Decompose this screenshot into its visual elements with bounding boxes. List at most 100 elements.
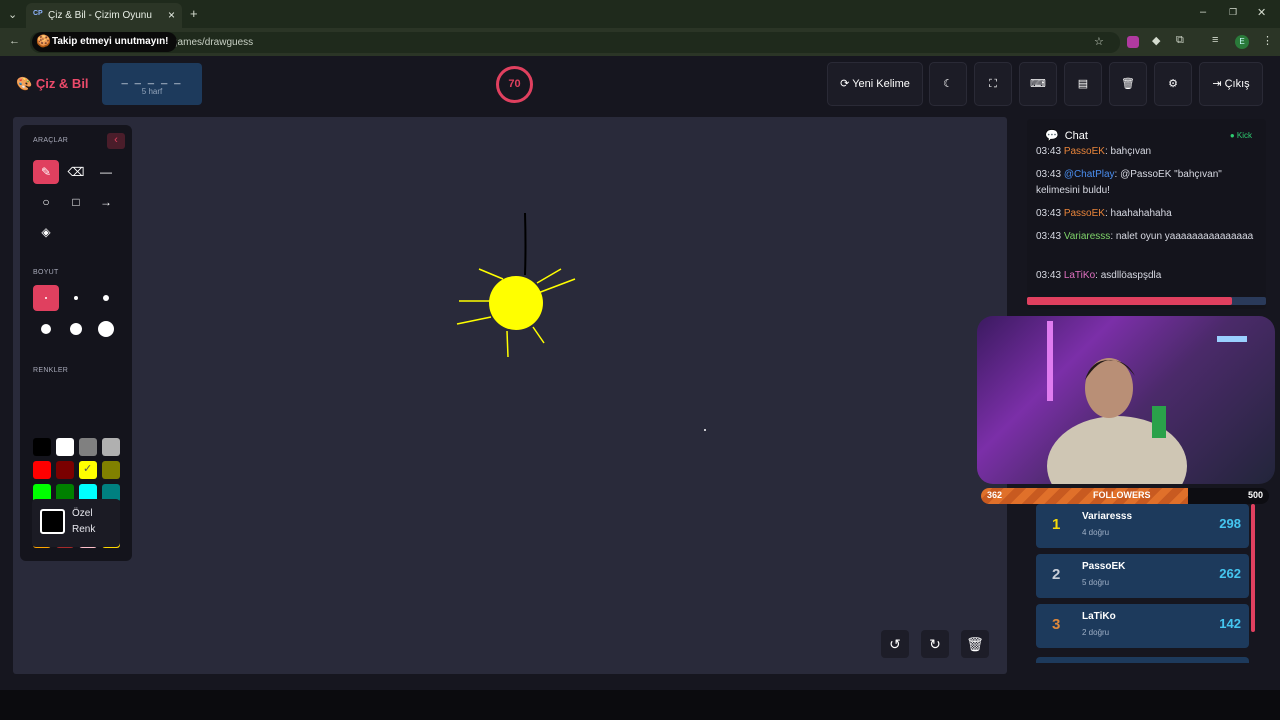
restore-icon[interactable]: ❐ (1229, 7, 1237, 18)
leaderboard-scrollbar[interactable] (1251, 504, 1255, 632)
player-name: LaTiKo (1082, 611, 1116, 622)
chat-message: 03:43 LaTiKo: asdllöaspşdla (1036, 268, 1258, 284)
drawing-svg (456, 212, 706, 431)
minimize-icon[interactable]: – (1200, 6, 1206, 18)
chat-time: 03:43 (1036, 208, 1062, 219)
chat-progress-fill (1027, 297, 1232, 305)
rectangle-tool[interactable]: □ (63, 190, 89, 214)
logo-text: Çiz & Bil (35, 76, 89, 91)
browser-tab[interactable]: CP Çiz & Bil - Çizim Oyunu × (26, 3, 182, 28)
profile-avatar[interactable]: E (1235, 35, 1249, 49)
fill-tool[interactable]: ◈ (33, 220, 59, 244)
leaderboard-row-partial (1036, 657, 1249, 663)
archive-button[interactable]: ▤ (1064, 62, 1102, 106)
keyboard-button[interactable]: ⌨ (1019, 62, 1057, 106)
exit-button[interactable]: ⇥ Çıkış (1199, 62, 1263, 106)
chat-message: 03:43 @ChatPlay: @PassoEK "bahçıvan" kel… (1036, 167, 1258, 199)
new-word-label: Yeni Kelime (852, 78, 910, 90)
chat-user[interactable]: PassoEK (1064, 146, 1105, 157)
settings-button[interactable]: ⚙ (1154, 62, 1192, 106)
size-2[interactable] (63, 285, 89, 311)
color-swatch[interactable]: ✓ (79, 461, 97, 479)
drawing-canvas[interactable] (13, 117, 1007, 674)
redo-icon: ↻ (929, 636, 941, 652)
trash-button[interactable]: 🗑 (1109, 62, 1147, 106)
followers-current: 362 (987, 490, 1003, 500)
color-swatch[interactable] (102, 461, 120, 479)
close-tab-icon[interactable]: × (168, 8, 175, 22)
light-strip (1217, 336, 1247, 342)
color-swatch[interactable] (56, 438, 74, 456)
address-bar: ← games/drawguess ☆ ◆ ⧉ ≡ E ⋮ (0, 28, 1280, 56)
color-swatch[interactable] (102, 438, 120, 456)
extension-diamond-icon[interactable]: ◆ (1152, 34, 1160, 47)
rank: 3 (1052, 616, 1061, 633)
arrow-right-icon: → (100, 195, 112, 209)
round-timer: 70 (496, 66, 533, 103)
url-text: games/drawguess (172, 37, 254, 48)
size-4[interactable] (33, 316, 59, 342)
size-dot-icon (103, 295, 109, 301)
circle-tool[interactable]: ○ (33, 190, 59, 214)
url-field[interactable]: games/drawguess (30, 32, 1120, 53)
tab-list-icon[interactable]: ⌄ (8, 8, 17, 21)
game-app: 🎨 Çiz & Bil _ _ _ _ _ 5 harf 70 ⟳ Yeni K… (0, 56, 1280, 690)
chat-text: : asdllöaspşdla (1095, 270, 1162, 281)
bookmark-star-icon[interactable]: ☆ (1094, 35, 1104, 48)
chat-user[interactable]: @ChatPlay (1064, 169, 1115, 180)
brush-tool[interactable]: ✎ (33, 160, 59, 184)
size-dot-icon (74, 296, 78, 300)
undo-icon: ↺ (889, 636, 901, 652)
chat-user[interactable]: LaTiKo (1064, 270, 1095, 281)
color-swatch[interactable] (33, 461, 51, 479)
fullscreen-button[interactable]: ⛶ (974, 62, 1012, 106)
menu-kebab-icon[interactable]: ⋮ (1262, 34, 1273, 47)
chat-source-badge: ● Kick (1229, 131, 1252, 140)
new-tab-icon[interactable]: + (190, 6, 198, 21)
tools-heading: ARAÇLAR (33, 137, 69, 144)
size-6[interactable] (93, 316, 119, 342)
paint-bucket-icon: ◈ (41, 225, 51, 239)
neon-light (1047, 321, 1053, 401)
chat-user[interactable]: PassoEK (1064, 208, 1105, 219)
chat-title: Chat (1064, 130, 1088, 142)
clear-canvas-button[interactable]: 🗑 (961, 630, 989, 658)
back-icon[interactable]: ← (9, 35, 20, 47)
color-swatch[interactable] (79, 438, 97, 456)
brush-icon: ✎ (40, 165, 52, 179)
arrow-tool[interactable]: → (93, 190, 119, 214)
line-tool[interactable]: — (93, 160, 119, 184)
size-dot-icon (41, 324, 51, 334)
custom-color-button[interactable]: Özel Renk (32, 499, 120, 547)
moon-icon: ☾ (943, 78, 953, 90)
color-swatch[interactable] (56, 461, 74, 479)
dark-mode-button[interactable]: ☾ (929, 62, 967, 106)
player-score: 262 (1219, 566, 1241, 581)
eraser-tool[interactable]: ⌫ (63, 160, 89, 184)
close-window-icon[interactable]: ✕ (1257, 6, 1266, 19)
app-logo[interactable]: 🎨 Çiz & Bil (16, 76, 89, 92)
size-1[interactable] (33, 285, 59, 311)
size-3[interactable] (93, 285, 119, 311)
tools-panel: ARAÇLAR ‹ ✎ ⌫ — ○ □ → ◈ BOYUT RENKLER ✓ … (20, 125, 132, 561)
chat-source: Kick (1236, 131, 1252, 140)
size-5[interactable] (63, 316, 89, 342)
undo-button[interactable]: ↺ (881, 630, 909, 658)
fullscreen-icon: ⛶ (989, 78, 997, 90)
collapse-panel-button[interactable]: ‹ (107, 133, 125, 149)
extensions-puzzle-icon[interactable]: ⧉ (1176, 34, 1184, 47)
extension-icon[interactable] (1127, 36, 1139, 48)
followers-goal-bar: 362 FOLLOWERS 500 (981, 488, 1269, 504)
refresh-icon: ⟳ (840, 78, 850, 90)
new-word-button[interactable]: ⟳ Yeni Kelime (827, 62, 923, 106)
color-swatch[interactable] (33, 438, 51, 456)
leaderboard-row: 1 Variaresss 4 doğru 298 (1036, 504, 1249, 548)
rank: 2 (1052, 566, 1061, 583)
reading-list-icon[interactable]: ≡ (1212, 34, 1218, 46)
chat-text: : haahahahaha (1104, 208, 1172, 219)
redo-button[interactable]: ↻ (921, 630, 949, 658)
leaderboard-row: 2 PassoEK 5 doğru 262 (1036, 554, 1249, 598)
chat-user[interactable]: Variaresss (1064, 231, 1111, 242)
size-heading: BOYUT (33, 269, 59, 276)
correct-count: 2 doğru (1082, 628, 1110, 637)
